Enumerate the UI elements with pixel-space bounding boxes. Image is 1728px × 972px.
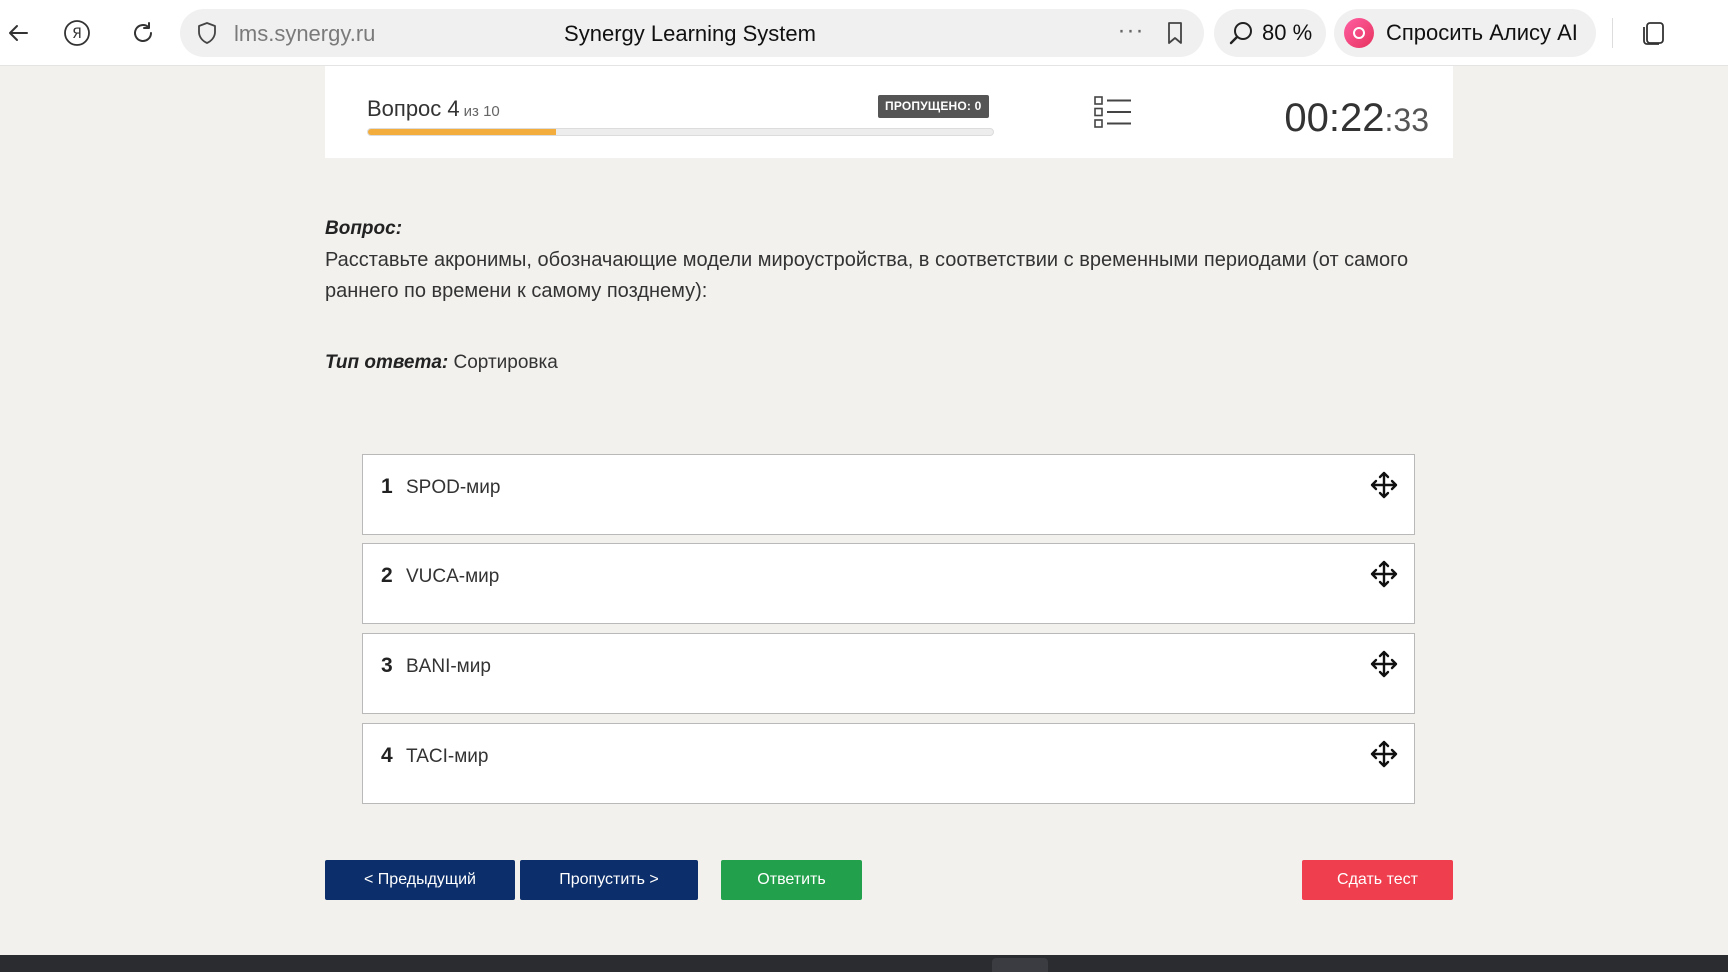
answer-type: Тип ответа: Сортировка <box>325 352 558 374</box>
more-dots-icon[interactable]: ··· <box>1116 17 1146 47</box>
move-handle-icon[interactable] <box>1370 650 1398 678</box>
question-list-icon[interactable] <box>1093 94 1133 130</box>
tabs-icon[interactable] <box>1636 14 1674 52</box>
previous-button[interactable]: < Предыдущий <box>325 860 515 900</box>
question-counter: Вопрос 4 из 10 <box>367 96 500 122</box>
bookmark-icon[interactable] <box>1162 20 1188 46</box>
skipped-badge: ПРОПУЩЕНО: 0 <box>878 95 989 118</box>
answer-button[interactable]: Ответить <box>721 860 862 900</box>
timer-seconds: :33 <box>1384 102 1429 138</box>
timer-main: 00:22 <box>1284 96 1385 140</box>
zoom-button[interactable]: 80 % <box>1214 9 1326 57</box>
url-text[interactable]: lms.synergy.ru <box>234 21 375 47</box>
item-text: VUCA-мир <box>406 566 500 587</box>
move-handle-icon[interactable] <box>1370 740 1398 768</box>
item-text: TACI-мир <box>406 746 489 767</box>
address-bar[interactable]: lms.synergy.ru Synergy Learning System ·… <box>180 9 1204 57</box>
question-number: Вопрос 4 <box>367 96 460 121</box>
zoom-level: 80 % <box>1262 20 1313 45</box>
progress-bar <box>367 128 994 136</box>
yandex-icon[interactable]: Я <box>58 14 96 52</box>
shield-icon[interactable] <box>194 20 220 46</box>
page-title: Synergy Learning System <box>564 21 816 46</box>
toolbar-divider <box>1612 18 1613 48</box>
sortable-item[interactable]: 3 BANI-мир <box>362 633 1415 714</box>
item-number: 3 <box>381 654 393 677</box>
back-arrow-icon[interactable] <box>0 14 38 52</box>
answer-type-value: Сортировка <box>453 352 558 373</box>
search-icon <box>1229 22 1252 45</box>
test-header: Вопрос 4 из 10 ПРОПУЩЕНО: 0 00:22:33 <box>325 66 1453 158</box>
browser-toolbar: Я lms.synergy.ru Synergy Learning System… <box>0 0 1728 66</box>
skip-button[interactable]: Пропустить > <box>520 860 698 900</box>
reload-icon[interactable] <box>124 14 162 52</box>
footer-tab[interactable] <box>992 958 1048 972</box>
question-total: из 10 <box>463 103 500 120</box>
alice-icon <box>1344 18 1374 48</box>
item-number: 4 <box>381 744 393 767</box>
submit-test-button[interactable]: Сдать тест <box>1302 860 1453 900</box>
item-text: SPOD-мир <box>406 477 501 498</box>
item-text: BANI-мир <box>406 656 491 677</box>
sortable-item[interactable]: 2 VUCA-мир <box>362 543 1415 624</box>
timer: 00:22:33 <box>1284 96 1429 141</box>
question-label: Вопрос: <box>325 218 403 239</box>
svg-text:Я: Я <box>72 26 82 42</box>
progress-fill <box>368 129 556 135</box>
sortable-item[interactable]: 1 SPOD-мир <box>362 454 1415 535</box>
ask-alice-button[interactable]: Спросить Алису AI <box>1334 9 1596 57</box>
move-handle-icon[interactable] <box>1370 560 1398 588</box>
item-number: 1 <box>381 475 393 498</box>
footer-bar <box>0 955 1728 972</box>
item-number: 2 <box>381 564 393 587</box>
answer-type-label: Тип ответа: <box>325 352 449 373</box>
question-text: Расставьте акронимы, обозначающие модели… <box>325 249 1409 302</box>
ask-alice-label: Спросить Алису AI <box>1386 20 1578 45</box>
sortable-item[interactable]: 4 TACI-мир <box>362 723 1415 804</box>
move-handle-icon[interactable] <box>1370 471 1398 499</box>
